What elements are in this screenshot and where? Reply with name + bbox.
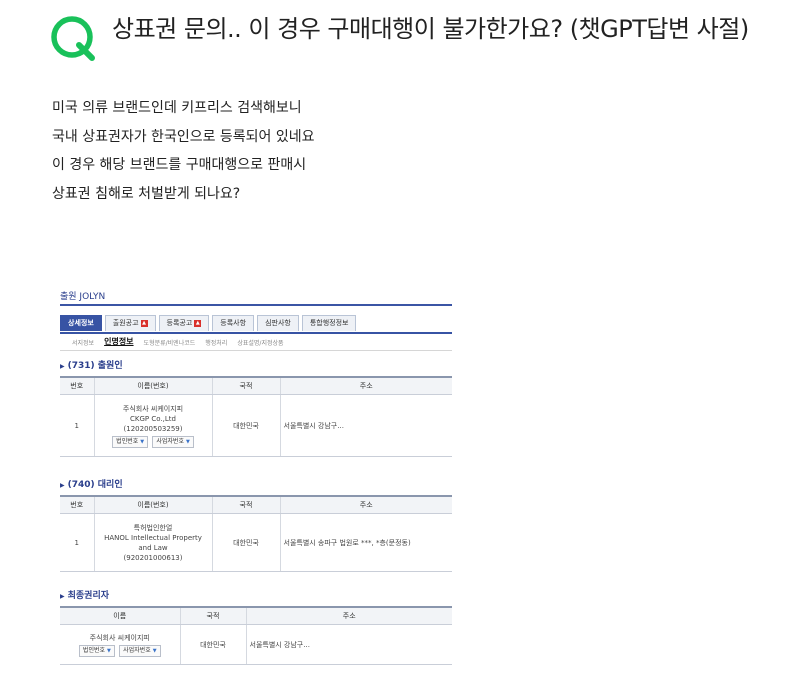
table-header-row: 이름 국적 주소	[60, 606, 452, 625]
owner-name-cell: 주식회사 씨케이지피 법인번호 ▼ 사업자번호 ▼	[60, 624, 180, 665]
table-row: 주식회사 씨케이지피 법인번호 ▼ 사업자번호 ▼ 대한민국 서울특별시 강남구..…	[60, 624, 452, 665]
triangle-right-icon: ▶	[60, 482, 65, 489]
subtab-divider	[60, 350, 452, 351]
tab-integrated-admin[interactable]: 통합행정정보	[301, 315, 357, 331]
applicant-name-en: CKGP Co.,Ltd	[130, 414, 176, 423]
business-number-button[interactable]: 사업자번호 ▼	[119, 644, 161, 657]
applicant-name-cell: 주식회사 씨케이지피 CKGP Co.,Ltd (120200503259) 법…	[93, 394, 212, 457]
owner-table: 이름 국적 주소 주식회사 씨케이지피 법인번호 ▼ 사업자번호 ▼ 대한민국 서울…	[60, 606, 452, 665]
nationality-cell: 대한민국	[211, 513, 280, 572]
agent-heading: ▶ (740) 대리인	[60, 480, 123, 490]
question-line: 상표권 침해로 처벌받게 되나요?	[52, 185, 241, 202]
triangle-down-icon: ▼	[152, 647, 157, 654]
tab-application-notice[interactable]: 출원공고 ▲	[104, 315, 156, 331]
pdf-icon: ▲	[140, 319, 148, 327]
col-header-no: 번호	[60, 495, 94, 514]
agent-code: (920201000613)	[123, 553, 183, 562]
agent-name-ko: 특허법인한얼	[133, 523, 173, 532]
col-header-nationality: 국적	[211, 495, 280, 514]
address-cell: 서울특별시 송파구 법원로 ***, *층(문정동)	[279, 513, 452, 572]
triangle-right-icon: ▶	[60, 593, 65, 600]
col-header-name: 이름	[60, 606, 180, 625]
subtab-bibliographic[interactable]: 서지정보	[72, 338, 94, 347]
q-question-icon	[51, 16, 95, 61]
sub-tabs: 서지정보 인명정보 도형분류/비엔나코드 행정처리 상표설명/지정상품	[72, 336, 294, 347]
row-number: 1	[60, 513, 94, 572]
pdf-icon: ▲	[194, 319, 202, 327]
col-header-name: 이름(번호)	[93, 376, 212, 395]
question-line: 이 경우 해당 브랜드를 구매대행으로 판매시	[52, 157, 307, 173]
subtab-admin-process[interactable]: 행정처리	[205, 338, 227, 347]
owner-heading: ▶ 최종권리자	[60, 591, 110, 601]
triangle-down-icon: ▼	[107, 647, 111, 654]
tab-registration-items[interactable]: 등록사항	[212, 315, 255, 331]
tab-registration-notice[interactable]: 등록공고 ▲	[158, 315, 210, 331]
applicant-table: 번호 이름(번호) 국적 주소 1 주식회사 씨케이지피 CKGP Co.,Lt…	[60, 376, 452, 457]
col-header-nationality: 국적	[179, 606, 246, 625]
address-cell: 서울특별시 강남구...	[279, 394, 452, 457]
tab-trial-items[interactable]: 심판사항	[257, 315, 299, 331]
tab-detail-info[interactable]: 상세정보	[60, 315, 102, 331]
corp-number-button[interactable]: 법인번호 ▼	[78, 644, 115, 657]
triangle-right-icon: ▶	[60, 363, 65, 370]
kipris-screenshot: 출원 JOLYN 상세정보 출원공고 ▲ 등록공고 ▲ 등록사항 심판사항 통합행정…	[60, 283, 452, 679]
agent-name-en: HANOL Intellectual Property	[104, 533, 202, 542]
nationality-cell: 대한민국	[179, 624, 246, 665]
business-number-button[interactable]: 사업자번호 ▼	[152, 435, 194, 448]
agent-name-en-2: and Law	[138, 543, 168, 552]
col-header-name: 이름(번호)	[93, 495, 212, 514]
agent-name-cell: 특허법인한얼 HANOL Intellectual Property and L…	[93, 513, 212, 572]
trademark-title: 출원 JOLYN	[60, 292, 106, 302]
col-header-address: 주소	[279, 495, 452, 514]
col-header-nationality: 국적	[211, 376, 280, 395]
subtab-designated-goods[interactable]: 상표설명/지정상품	[237, 338, 283, 347]
table-header-row: 번호 이름(번호) 국적 주소	[60, 376, 452, 395]
question-line: 미국 의류 브랜드인데 키프리스 검색해보니	[52, 100, 302, 116]
nationality-cell: 대한민국	[211, 394, 280, 457]
applicant-name-ko: 주식회사 씨케이지피	[122, 404, 184, 413]
col-header-address: 주소	[245, 606, 452, 625]
applicant-heading: ▶ (731) 출원인	[60, 361, 123, 371]
col-header-no: 번호	[60, 376, 94, 395]
table-row: 1 특허법인한얼 HANOL Intellectual Property and…	[60, 513, 452, 572]
agent-table: 번호 이름(번호) 국적 주소 1 특허법인한얼 HANOL Intellect…	[60, 495, 452, 572]
address-cell: 서울특별시 강남구...	[245, 624, 452, 665]
question-line: 국내 상표권자가 한국인으로 등록되어 있네요	[52, 128, 315, 145]
owner-name: 주식회사 씨케이지피	[89, 633, 150, 642]
subtab-vienna-code[interactable]: 도형분류/비엔나코드	[144, 338, 196, 347]
question-body: 미국 의류 브랜드인데 키프리스 검색해보니 국내 상표권자가 한국인으로 등록…	[52, 94, 752, 208]
question-title: 상표권 문의.. 이 경우 구매대행이 불가한가요? (챗GPT답변 사절)	[112, 15, 749, 43]
triangle-down-icon: ▼	[140, 438, 145, 445]
col-header-address: 주소	[279, 376, 452, 395]
table-header-row: 번호 이름(번호) 국적 주소	[60, 495, 452, 514]
title-divider	[60, 304, 452, 306]
applicant-code: (120200503259)	[123, 424, 183, 433]
triangle-down-icon: ▼	[185, 438, 190, 445]
subtab-person-info[interactable]: 인명정보	[104, 336, 133, 347]
tab-divider	[60, 332, 452, 334]
detail-tabs: 상세정보 출원공고 ▲ 등록공고 ▲ 등록사항 심판사항 통합행정정보	[60, 315, 359, 332]
table-row: 1 주식회사 씨케이지피 CKGP Co.,Ltd (120200503259)…	[60, 394, 452, 457]
corp-number-button[interactable]: 법인번호 ▼	[112, 435, 149, 448]
row-number: 1	[60, 394, 94, 457]
